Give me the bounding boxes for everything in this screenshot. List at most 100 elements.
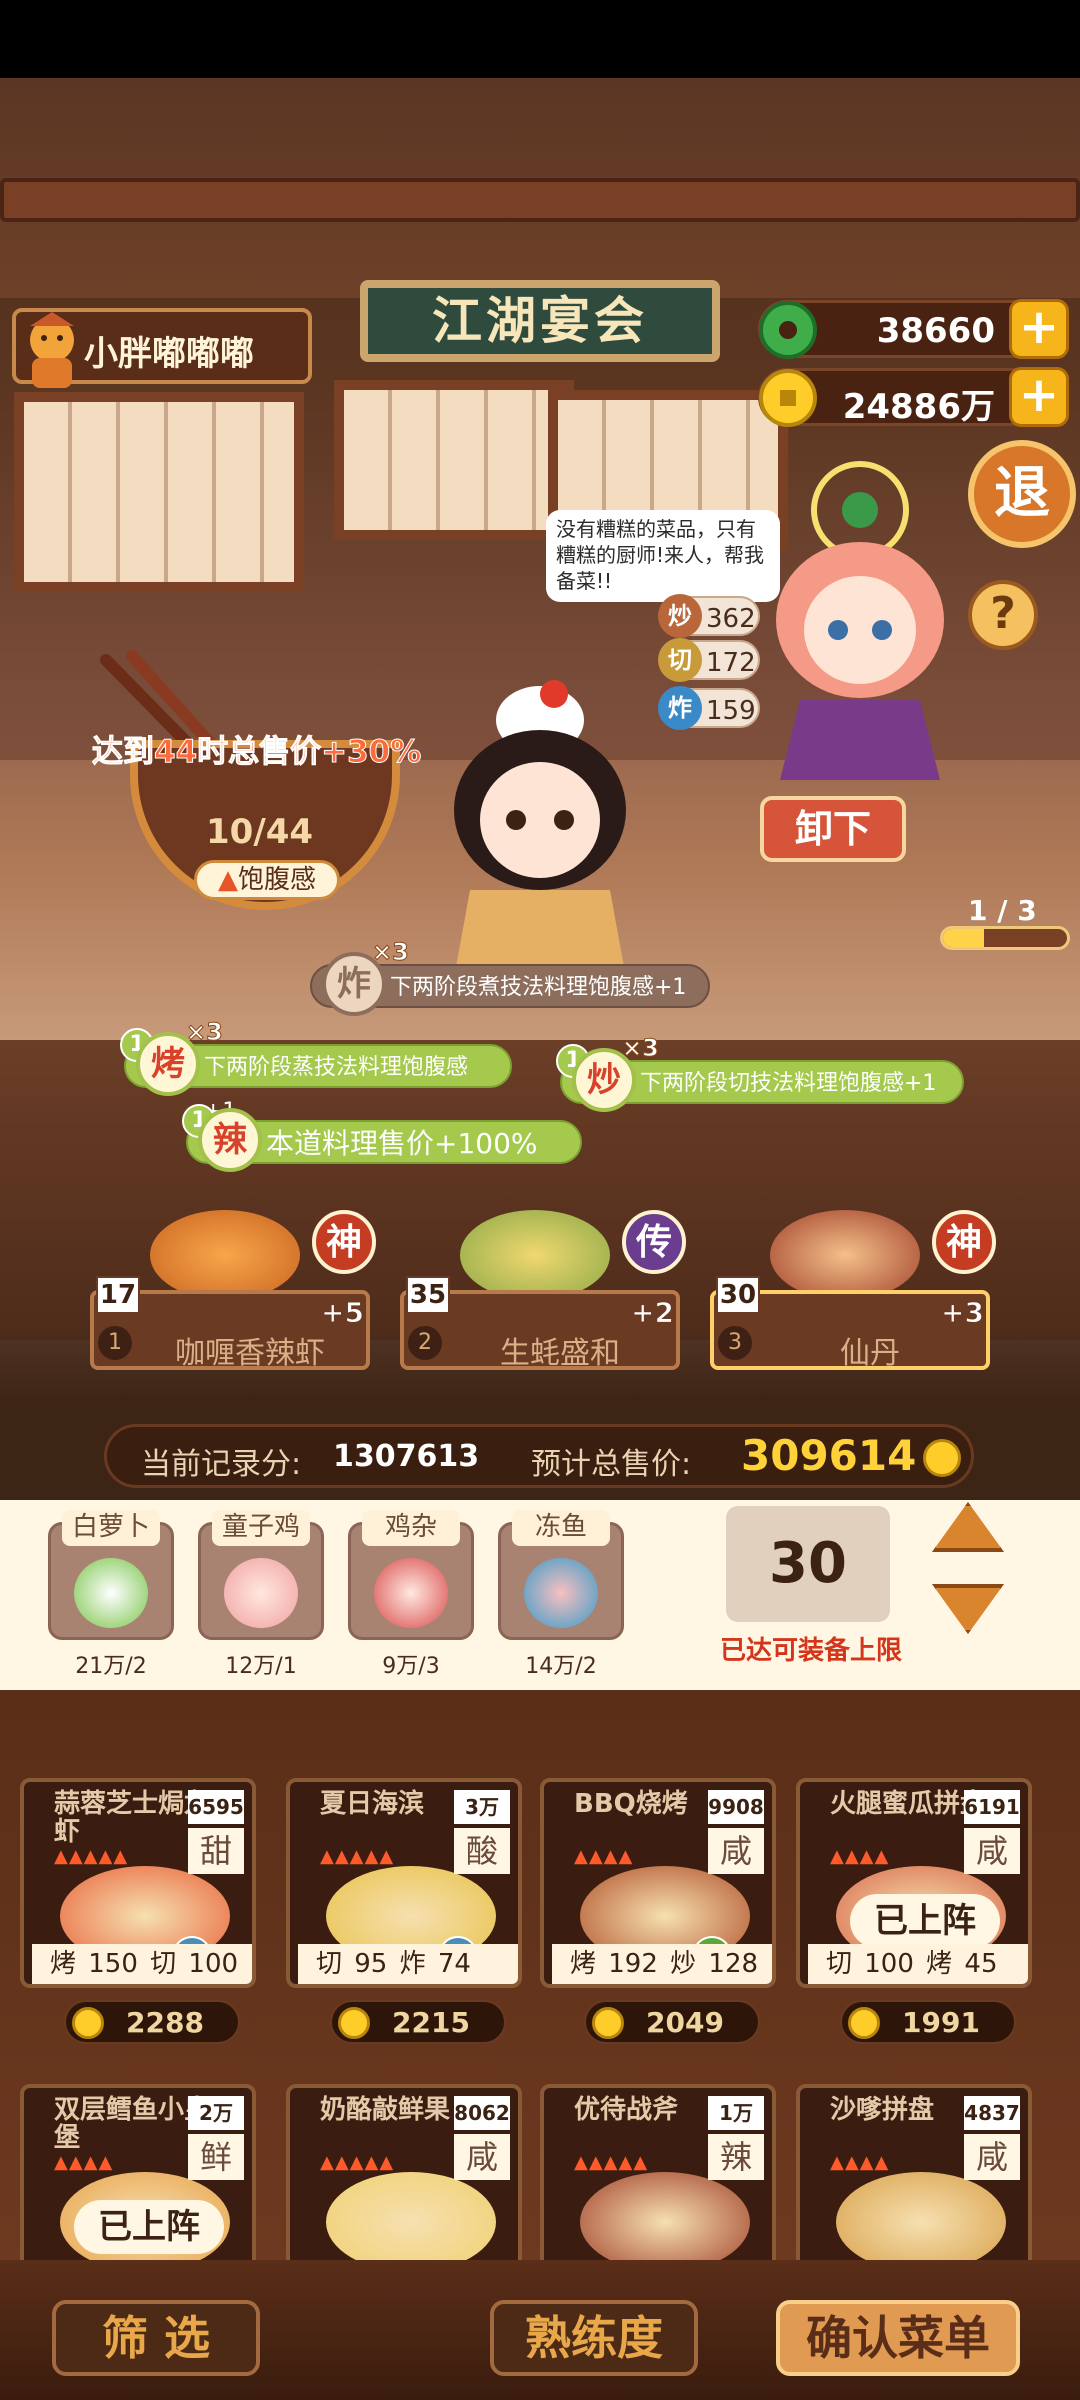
unload-chef-button[interactable]: 卸下: [760, 796, 906, 862]
recipe-skill-requirements: 切 95 炸 74: [298, 1944, 518, 1984]
dish-image: [150, 1210, 300, 1300]
recipe-card[interactable]: 夏日海滨▲▲▲▲▲3万酸可切 95 炸 74: [286, 1778, 522, 1988]
dish-count: 35: [406, 1276, 450, 1314]
frozen-fish-icon: [524, 1558, 598, 1628]
dish-name: 仙丹: [840, 1336, 900, 1371]
current-score-value: 1307613: [333, 1439, 480, 1474]
tier-badge: 神: [312, 1210, 376, 1274]
guest-chef-character: [776, 461, 944, 780]
skill-value: 159: [706, 696, 756, 726]
player-name-plate[interactable]: 小胖嘟嘟嘟: [12, 308, 312, 388]
chef-skill-stir-fry: 炒 362: [658, 594, 760, 638]
player-chef-character: [450, 680, 630, 1000]
recipe-stock: 4837: [964, 2096, 1020, 2130]
recipe-flavor: 甜: [188, 1828, 244, 1874]
ingredient-amount: 21万/2: [75, 1654, 147, 1679]
total-price-value: 309614: [741, 1431, 917, 1480]
recipe-flavor: 咸: [964, 1828, 1020, 1874]
coin-icon: [338, 2007, 370, 2039]
ingredient-name: 鸡杂: [362, 1510, 460, 1546]
recipe-card[interactable]: 火腿蜜瓜拼盘▲▲▲▲6191咸可已上阵切 100 烤 45: [796, 1778, 1032, 1988]
recipe-rating: ▲▲▲▲▲: [574, 2152, 649, 2173]
recipe-skill-requirements: 切 100 烤 45: [808, 1944, 1028, 1984]
buff-text: 下两阶段煮技法料理饱腹感+1: [390, 975, 687, 1000]
ingredient-item[interactable]: 鸡杂 9万/3: [348, 1510, 474, 1679]
chef-page-indicator[interactable]: 1 / 3: [940, 876, 1072, 966]
coin-amount: 24886万: [842, 387, 995, 427]
recipe-price-value: 2215: [392, 2006, 470, 2039]
recipe-card[interactable]: 蒜蓉芝士焗龙虾▲▲▲▲▲6595甜可烤 150 切 100: [20, 1778, 256, 1988]
game-screen: 小胖嘟嘟嘟 江湖宴会 38660 + 24886万 + 退 ? 没有糟糕的菜品，…: [0, 0, 1080, 2400]
recipe-rating: ▲▲▲▲: [830, 2152, 890, 2173]
proficiency-button[interactable]: 熟练度: [490, 2300, 698, 2376]
ingredient-item[interactable]: 白萝卜 21万/2: [48, 1510, 174, 1679]
recipe-rating: ▲▲▲▲: [54, 2152, 114, 2173]
recipe-stock: 6595: [188, 1790, 244, 1824]
recipe-price: 2215: [330, 2000, 506, 2044]
recipe-stock: 1万: [708, 2096, 764, 2130]
add-jade-button[interactable]: +: [1009, 299, 1069, 359]
recipe-flavor: 酸: [454, 1828, 510, 1874]
ingredient-amount: 14万/2: [525, 1654, 597, 1679]
recipe-card[interactable]: BBQ烧烤▲▲▲▲9908咸优烤 192 炒 128: [540, 1778, 776, 1988]
page-progress-fill: [943, 929, 984, 947]
confirm-menu-button[interactable]: 确认菜单: [776, 2300, 1020, 2376]
dish-count: 17: [96, 1276, 140, 1314]
buff-multiplier: ×3: [186, 1018, 224, 1047]
ingredient-item[interactable]: 童子鸡 12万/1: [198, 1510, 324, 1679]
satiety-count: 10/44: [206, 812, 314, 852]
dish-bonus: +2: [631, 1296, 675, 1330]
chicken-icon: [224, 1558, 298, 1628]
tier-badge: 传: [622, 1210, 686, 1274]
capacity-warning: 已达可装备上限: [720, 1636, 903, 1666]
radish-icon: [74, 1558, 148, 1628]
buff-tag: 炸 ×3 下两阶段煮技法料理饱腹感+1: [310, 938, 710, 1016]
recipe-image: [836, 2172, 1006, 2272]
exit-button[interactable]: 退: [968, 440, 1076, 548]
recipe-flavor: 鲜: [188, 2134, 244, 2180]
recipe-image: [580, 2172, 750, 2272]
add-coin-button[interactable]: +: [1009, 367, 1069, 427]
equipped-dish-2[interactable]: 传 35 +2 2 生蚝盛和: [400, 1210, 686, 1371]
equipped-dish-1[interactable]: 神 17 +5 1 咖喱香辣虾: [90, 1210, 376, 1371]
skill-value: 362: [706, 604, 756, 634]
page-number: 1 / 3: [968, 894, 1037, 927]
buff-text: 本道料理售价+100%: [266, 1127, 538, 1160]
spicy-badge: 辣: [198, 1108, 262, 1172]
buff-text: 下两阶段切技法料理饱腹感+1: [640, 1071, 937, 1096]
coin-currency: 24886万 +: [758, 367, 1069, 427]
equipped-dish-3[interactable]: 神 30 +3 3 仙丹: [710, 1210, 996, 1371]
recipe-flavor: 咸: [454, 2134, 510, 2180]
ingredient-item[interactable]: 冻鱼 14万/2: [498, 1510, 624, 1679]
page-progress-bar: [940, 926, 1070, 950]
filter-button[interactable]: 筛 选: [52, 2300, 260, 2376]
coin-icon: [848, 2007, 880, 2039]
coin-icon: [592, 2007, 624, 2039]
roof-beam: [0, 178, 1080, 222]
recipe-skill-requirements: 烤 150 切 100: [32, 1944, 252, 1984]
ingredient-name: 白萝卜: [62, 1510, 160, 1546]
coin-icon: [923, 1439, 961, 1477]
dish-index: 3: [718, 1326, 752, 1360]
recipe-rating: ▲▲▲▲: [574, 1846, 634, 1867]
equip-capacity: 30: [726, 1506, 890, 1622]
chef-speech-bubble: 没有糟糕的菜品，只有糟糕的厨师!来人，帮我备菜!!: [546, 510, 780, 602]
recipe-rating: ▲▲▲▲▲: [54, 1846, 129, 1867]
banquet-title-sign: 江湖宴会: [360, 280, 720, 362]
buff-tag: 1 炒 ×3 下两阶段切技法料理饱腹感+1: [556, 1034, 964, 1112]
chicken-offal-icon: [374, 1558, 448, 1628]
recipe-price: 2288: [64, 2000, 240, 2044]
stir-fry-icon: 炒: [658, 594, 702, 638]
equipped-status: 已上阵: [74, 2200, 224, 2254]
recipe-stock: 8062: [454, 2096, 510, 2130]
dish-name: 生蚝盛和: [500, 1336, 620, 1371]
dish-image: [770, 1210, 920, 1300]
recipe-price-value: 1991: [902, 2006, 980, 2039]
current-score-label: 当前记录分:: [141, 1447, 302, 1482]
buff-multiplier: ×3: [372, 938, 410, 967]
equipped-status: 已上阵: [850, 1894, 1000, 1948]
recipe-rating: ▲▲▲▲▲: [320, 1846, 395, 1867]
score-bar: 当前记录分: 1307613 预计总售价: 309614: [104, 1424, 974, 1488]
player-name: 小胖嘟嘟嘟: [84, 334, 254, 374]
chef-skill-cut: 切 172: [658, 638, 760, 682]
